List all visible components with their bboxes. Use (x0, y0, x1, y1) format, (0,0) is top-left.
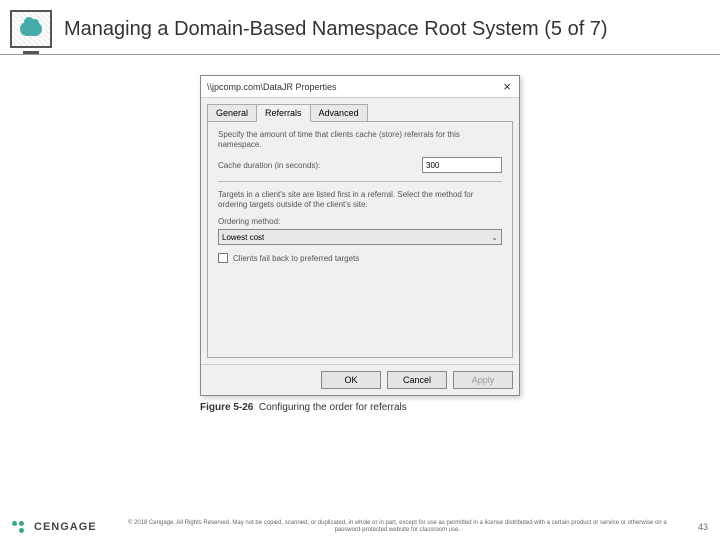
divider (218, 181, 502, 182)
ordering-method-value: Lowest cost (222, 233, 264, 242)
apply-button[interactable]: Apply (453, 371, 513, 389)
dialog-button-row: OK Cancel Apply (201, 364, 519, 395)
dialog-title: \\jpcomp.com\DataJR Properties (207, 82, 337, 92)
ok-button[interactable]: OK (321, 371, 381, 389)
cloud-icon (20, 22, 42, 36)
figure-text: Configuring the order for referrals (259, 402, 407, 413)
slide-header: Managing a Domain-Based Namespace Root S… (0, 0, 720, 55)
tab-general[interactable]: General (207, 104, 257, 122)
failback-label: Clients fail back to preferred targets (233, 254, 359, 263)
tab-strip: General Referrals Advanced (201, 98, 519, 122)
monitor-icon (10, 10, 52, 48)
cache-duration-input[interactable] (422, 157, 502, 173)
slide-footer: CENGAGE © 2018 Cengage. All Rights Reser… (0, 520, 720, 534)
cache-desc: Specify the amount of time that clients … (218, 130, 502, 149)
properties-dialog: \\jpcomp.com\DataJR Properties × General… (200, 75, 520, 396)
tab-panel-referrals: Specify the amount of time that clients … (207, 121, 513, 358)
ordering-method-dropdown[interactable]: Lowest cost ⌄ (218, 229, 502, 245)
cengage-logo-icon (12, 521, 24, 533)
tab-referrals[interactable]: Referrals (256, 104, 311, 122)
copyright-text: © 2018 Cengage. All Rights Reserved. May… (107, 520, 688, 534)
dialog-titlebar: \\jpcomp.com\DataJR Properties × (201, 76, 519, 98)
ordering-method-label: Ordering method: (218, 217, 502, 226)
cache-duration-label: Cache duration (in seconds): (218, 161, 320, 170)
ordering-desc: Targets in a client's site are listed fi… (218, 190, 502, 209)
figure-caption: Figure 5-26 Configuring the order for re… (200, 402, 720, 413)
page-number: 43 (698, 522, 708, 532)
close-icon[interactable]: × (501, 80, 513, 93)
brand-name: CENGAGE (34, 521, 97, 533)
cancel-button[interactable]: Cancel (387, 371, 447, 389)
chevron-down-icon: ⌄ (491, 233, 498, 242)
failback-checkbox[interactable] (218, 253, 228, 263)
figure-label: Figure 5-26 (200, 402, 253, 413)
tab-advanced[interactable]: Advanced (310, 104, 368, 122)
page-title: Managing a Domain-Based Namespace Root S… (64, 18, 608, 41)
